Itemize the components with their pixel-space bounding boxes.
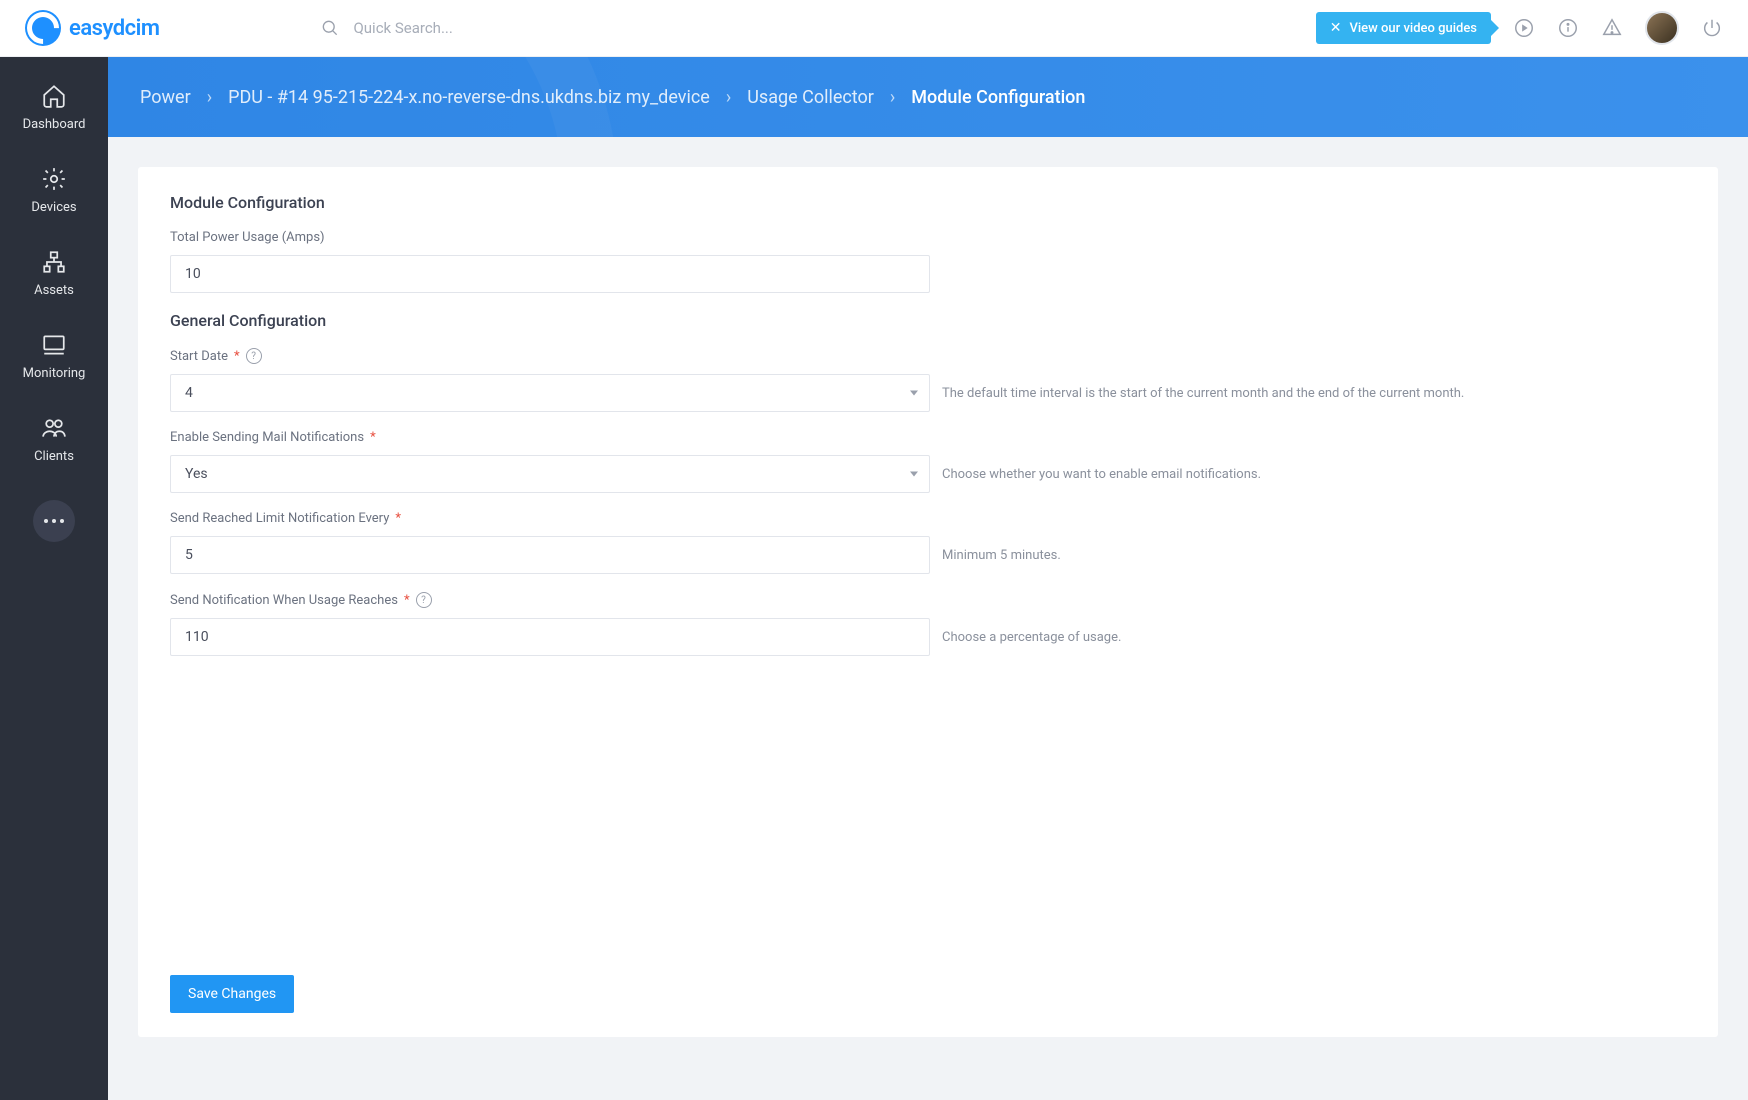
start-date-hint: The default time interval is the start o… (942, 386, 1464, 401)
start-date-select[interactable]: 4 (170, 374, 930, 412)
search-input[interactable] (353, 19, 653, 37)
content: Module Configuration Total Power Usage (… (108, 137, 1748, 1100)
more-button[interactable] (33, 500, 75, 542)
logo-text: easydcim (69, 16, 159, 41)
topbar: easydcim ✕ View our video guides (0, 0, 1748, 57)
mail-select[interactable]: Yes (170, 455, 930, 493)
breadcrumb: Power › PDU - #14 95-215-224-x.no-revers… (108, 57, 1748, 137)
save-button[interactable]: Save Changes (170, 975, 294, 1013)
limit-label: Send Reached Limit Notification Every (170, 511, 389, 526)
breadcrumb-usage-collector[interactable]: Usage Collector (747, 87, 874, 108)
field-mail-notifications: Enable Sending Mail Notifications * Yes C… (170, 430, 1686, 493)
video-guides-button[interactable]: ✕ View our video guides (1316, 12, 1491, 44)
mail-hint: Choose whether you want to enable email … (942, 467, 1261, 482)
search-icon (319, 17, 341, 39)
sidebar-item-label: Clients (34, 449, 74, 464)
field-total-power: Total Power Usage (Amps) (170, 230, 1686, 293)
usage-hint: Choose a percentage of usage. (942, 630, 1121, 645)
users-icon (41, 415, 67, 441)
sidebar-item-devices[interactable]: Devices (0, 162, 108, 219)
sitemap-icon (41, 249, 67, 275)
section-title-module: Module Configuration (170, 193, 1686, 212)
sidebar-item-clients[interactable]: Clients (0, 411, 108, 468)
chevron-right-icon: › (890, 87, 895, 108)
sidebar-item-label: Monitoring (23, 366, 86, 381)
field-limit-notification: Send Reached Limit Notification Every * M… (170, 511, 1686, 574)
search-wrap (319, 17, 653, 39)
power-icon[interactable] (1701, 17, 1723, 39)
start-date-label: Start Date (170, 349, 228, 364)
alert-icon[interactable] (1601, 17, 1623, 39)
limit-input[interactable] (170, 536, 930, 574)
info-icon[interactable] (1557, 17, 1579, 39)
config-card: Module Configuration Total Power Usage (… (138, 167, 1718, 1037)
help-icon[interactable]: ? (246, 348, 262, 364)
total-power-input[interactable] (170, 255, 930, 293)
monitor-icon (41, 332, 67, 358)
logo-mark-icon (25, 10, 61, 46)
help-icon[interactable]: ? (416, 592, 432, 608)
home-icon (41, 83, 67, 109)
sidebar-item-label: Assets (34, 283, 74, 298)
usage-label: Send Notification When Usage Reaches (170, 593, 398, 608)
sidebar: Dashboard Devices Assets Monitoring Clie… (0, 57, 108, 1100)
required-mark: * (370, 430, 376, 445)
field-start-date: Start Date * ? 4 The default time interva… (170, 348, 1686, 412)
chevron-right-icon: › (726, 87, 731, 108)
field-usage-notification: Send Notification When Usage Reaches* ? … (170, 592, 1686, 656)
gear-icon (41, 166, 67, 192)
breadcrumb-module-config: Module Configuration (911, 87, 1085, 108)
chevron-right-icon: › (207, 87, 212, 108)
usage-input[interactable] (170, 618, 930, 656)
limit-hint: Minimum 5 minutes. (942, 548, 1061, 563)
close-icon[interactable]: ✕ (1330, 20, 1342, 36)
sidebar-item-dashboard[interactable]: Dashboard (0, 79, 108, 136)
required-mark: * (395, 511, 401, 526)
breadcrumb-pdu[interactable]: PDU - #14 95-215-224-x.no-reverse-dns.uk… (228, 87, 710, 108)
sidebar-item-monitoring[interactable]: Monitoring (0, 328, 108, 385)
logo[interactable]: easydcim (25, 10, 159, 46)
play-icon[interactable] (1513, 17, 1535, 39)
required-mark: * (404, 593, 410, 608)
avatar[interactable] (1645, 11, 1679, 45)
mail-label: Enable Sending Mail Notifications (170, 430, 364, 445)
dots-icon (44, 519, 64, 523)
total-power-label: Total Power Usage (Amps) (170, 230, 1686, 245)
sidebar-item-label: Dashboard (23, 117, 86, 132)
breadcrumb-power[interactable]: Power (140, 87, 191, 108)
main: Power › PDU - #14 95-215-224-x.no-revers… (108, 57, 1748, 1100)
sidebar-item-assets[interactable]: Assets (0, 245, 108, 302)
required-mark: * (234, 349, 240, 364)
sidebar-item-label: Devices (31, 200, 76, 215)
section-title-general: General Configuration (170, 311, 1686, 330)
video-guides-label: View our video guides (1349, 21, 1477, 36)
